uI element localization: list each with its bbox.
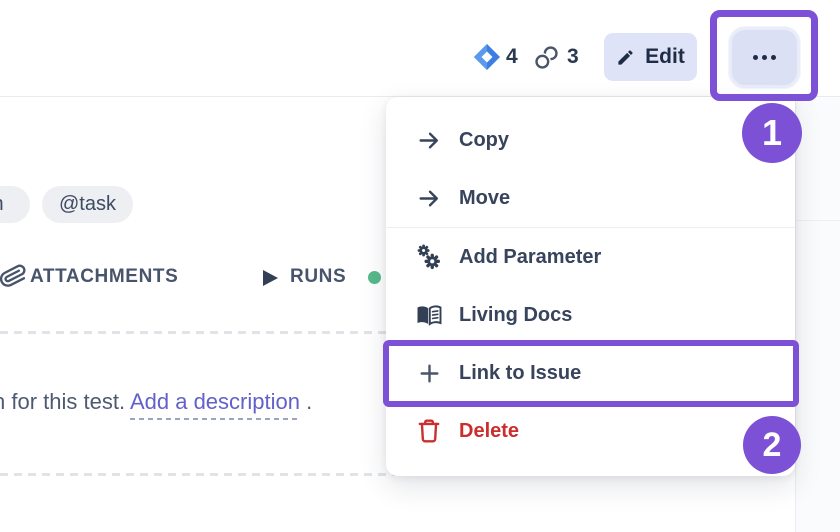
description-before: n for this test. <box>0 389 125 414</box>
runs-section-header[interactable]: RUNS <box>290 266 346 288</box>
menu-item-delete[interactable]: Delete <box>386 402 795 460</box>
menu-item-living-docs[interactable]: Living Docs <box>386 286 795 344</box>
more-actions-button[interactable] <box>729 27 800 88</box>
menu-item-label: Link to Issue <box>459 362 581 385</box>
right-panel-divider <box>796 220 840 221</box>
trash-icon <box>416 418 442 444</box>
menu-item-label: Move <box>459 187 510 210</box>
description-after: . <box>306 389 312 414</box>
tag-pill-task[interactable]: @task <box>42 186 133 223</box>
play-icon <box>263 270 278 286</box>
menu-item-link-to-issue[interactable]: Link to Issue <box>386 344 795 402</box>
tag-label: @task <box>59 193 116 216</box>
right-panel <box>795 96 840 532</box>
dashed-divider-bottom <box>0 473 398 476</box>
runs-status-dot <box>368 271 381 284</box>
context-menu: Copy Move Add <box>386 97 795 476</box>
jira-issue-icon <box>472 42 502 72</box>
plus-icon <box>416 360 442 386</box>
menu-item-label: Living Docs <box>459 304 572 327</box>
dashed-divider-top <box>0 331 386 334</box>
paperclip-icon <box>0 261 27 291</box>
menu-item-label: Delete <box>459 420 519 443</box>
links-count: 3 <box>567 45 579 69</box>
arrow-right-icon <box>416 185 442 211</box>
linked-issues-count: 4 <box>506 45 518 69</box>
edit-button-label: Edit <box>645 45 685 69</box>
description-text: n for this test. Add a description . <box>0 389 312 415</box>
edit-button[interactable]: Edit <box>604 33 697 81</box>
add-description-link[interactable]: Add a description <box>130 389 300 420</box>
header-bar: 4 3 Edit <box>0 0 840 97</box>
tag-label: n <box>0 193 4 216</box>
menu-item-copy[interactable]: Copy <box>386 111 795 169</box>
book-icon <box>416 302 442 328</box>
menu-item-label: Add Parameter <box>459 246 601 269</box>
menu-item-move[interactable]: Move <box>386 169 795 227</box>
attachments-section-header[interactable]: ATTACHMENTS <box>30 266 178 288</box>
gears-icon <box>416 244 442 270</box>
page: 4 3 Edit n @task ATTACHMEN <box>0 0 840 532</box>
tag-pill[interactable]: n <box>0 186 30 223</box>
arrow-right-icon <box>416 127 442 153</box>
menu-item-label: Copy <box>459 129 509 152</box>
menu-item-add-parameter[interactable]: Add Parameter <box>386 228 795 286</box>
link-icon <box>533 44 560 71</box>
ellipsis-icon <box>753 55 758 60</box>
pencil-icon <box>616 48 635 67</box>
